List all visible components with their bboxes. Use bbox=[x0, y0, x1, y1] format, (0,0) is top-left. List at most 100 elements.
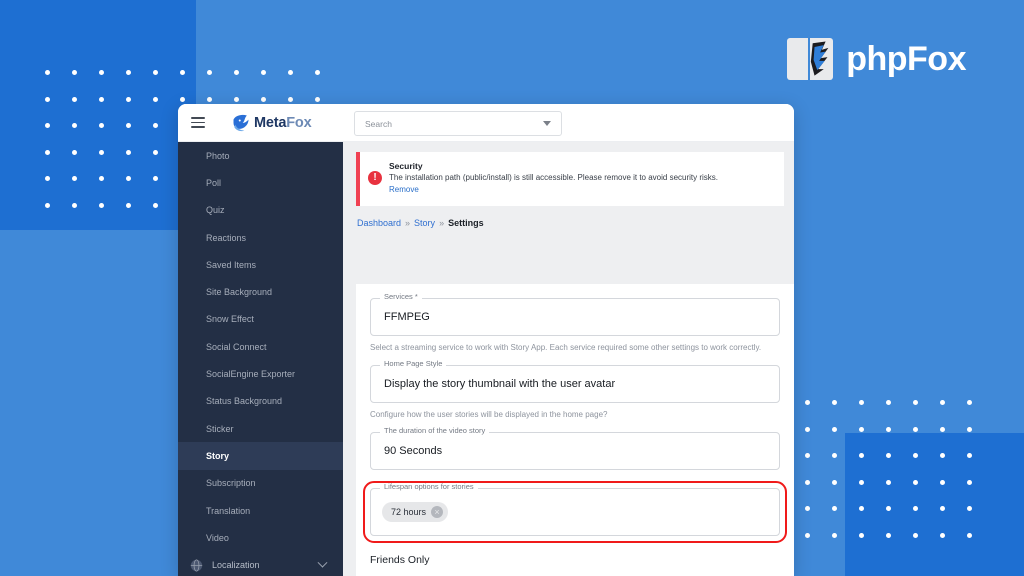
sidebar-item-label: Poll bbox=[206, 178, 221, 188]
sidebar-item-socialengine-exporter[interactable]: SocialEngine Exporter bbox=[178, 360, 343, 387]
sidebar-item-saved-items[interactable]: Saved Items bbox=[178, 251, 343, 278]
lifespan-chip-label: 72 hours bbox=[391, 507, 426, 517]
sidebar-item-poll[interactable]: Poll bbox=[178, 169, 343, 196]
chevron-down-icon[interactable] bbox=[543, 121, 551, 126]
sidebar-item-snow-effect[interactable]: Snow Effect bbox=[178, 306, 343, 333]
metafox-wordmark-meta: Meta bbox=[254, 115, 286, 131]
sidebar-item-label: Translation bbox=[206, 506, 250, 516]
sidebar-item-story[interactable]: Story bbox=[178, 442, 343, 469]
breadcrumb-item-settings: Settings bbox=[448, 218, 484, 228]
close-circle-icon[interactable]: × bbox=[431, 506, 443, 518]
phpfox-wordmark: phpFox bbox=[846, 42, 966, 76]
sidebar-item-label: Reactions bbox=[206, 233, 246, 243]
decorative-dot bbox=[805, 480, 810, 485]
decorative-dot bbox=[859, 427, 864, 432]
breadcrumb: Dashboard » Story » Settings bbox=[357, 218, 794, 228]
field-home-page-style-label: Home Page Style bbox=[380, 360, 446, 368]
sidebar-item-quiz[interactable]: Quiz bbox=[178, 197, 343, 224]
field-home-page-style[interactable]: Home Page Style Display the story thumbn… bbox=[370, 365, 780, 403]
metafox-fox-icon bbox=[231, 113, 251, 133]
sidebar-item-label: Subscription bbox=[206, 478, 256, 488]
decorative-dot bbox=[832, 533, 837, 538]
metafox-wordmark: MetaFox bbox=[254, 115, 311, 131]
sidebar-item-status-background[interactable]: Status Background bbox=[178, 388, 343, 415]
decorative-dot bbox=[234, 70, 239, 75]
sidebar-item-social-connect[interactable]: Social Connect bbox=[178, 333, 343, 360]
browser-window: MetaFox Photo Poll Quiz Reactions Saved Item… bbox=[178, 104, 794, 576]
breadcrumb-separator: » bbox=[405, 218, 410, 228]
field-services-value: FFMPEG bbox=[371, 311, 430, 323]
hamburger-line bbox=[191, 126, 205, 128]
decorative-dot bbox=[859, 400, 864, 405]
field-video-duration[interactable]: The duration of the video story 90 Secon… bbox=[370, 432, 780, 470]
decorative-dot bbox=[886, 427, 891, 432]
sidebar-nav[interactable]: Photo Poll Quiz Reactions Saved Items Site Ba… bbox=[178, 142, 343, 576]
alert-remove-link[interactable]: Remove bbox=[389, 185, 718, 194]
sidebar-item-label: SocialEngine Exporter bbox=[206, 369, 295, 379]
field-services-help: Select a streaming service to work with … bbox=[370, 343, 780, 352]
decorative-dot bbox=[913, 427, 918, 432]
sidebar-item-subscription[interactable]: Subscription bbox=[178, 470, 343, 497]
search-input[interactable] bbox=[355, 119, 543, 129]
field-video-duration-value: 90 Seconds bbox=[371, 445, 442, 457]
phpfox-icon-fox-shape bbox=[809, 40, 833, 78]
field-lifespan-options[interactable]: Lifespan options for stories 72 hours × bbox=[370, 488, 780, 536]
security-alert: ! Security The installation path (public… bbox=[356, 152, 784, 206]
sidebar-item-site-background[interactable]: Site Background bbox=[178, 278, 343, 305]
sidebar-item-label: Story bbox=[206, 451, 229, 461]
alert-message: The installation path (public/install) i… bbox=[389, 173, 718, 182]
sidebar-item-label: Quiz bbox=[206, 205, 225, 215]
field-lifespan-options-label: Lifespan options for stories bbox=[380, 483, 478, 491]
hamburger-line bbox=[191, 117, 205, 119]
sidebar-item-label: Snow Effect bbox=[206, 314, 254, 324]
breadcrumb-separator: » bbox=[439, 218, 444, 228]
decorative-dot bbox=[967, 427, 972, 432]
sidebar-item-label: Video bbox=[206, 533, 229, 543]
globe-icon bbox=[190, 559, 203, 572]
sidebar-item-video[interactable]: Video bbox=[178, 524, 343, 551]
sidebar-item-label: Saved Items bbox=[206, 260, 256, 270]
decorative-dot bbox=[832, 480, 837, 485]
decorative-dot bbox=[940, 427, 945, 432]
field-home-page-style-help: Configure how the user stories will be d… bbox=[370, 410, 780, 419]
decorative-dot bbox=[832, 453, 837, 458]
decorative-dot bbox=[832, 506, 837, 511]
breadcrumb-item-story[interactable]: Story bbox=[414, 218, 435, 228]
breadcrumb-item-dashboard[interactable]: Dashboard bbox=[357, 218, 401, 228]
hamburger-line bbox=[191, 122, 205, 124]
decorative-dot bbox=[805, 400, 810, 405]
field-services-label: Services * bbox=[380, 293, 422, 301]
decorative-dot bbox=[886, 400, 891, 405]
hamburger-icon[interactable] bbox=[187, 112, 209, 134]
decorative-dot bbox=[315, 97, 320, 102]
sidebar-item-translation[interactable]: Translation bbox=[178, 497, 343, 524]
search-box[interactable] bbox=[354, 111, 562, 136]
sidebar-item-sticker[interactable]: Sticker bbox=[178, 415, 343, 442]
field-services[interactable]: Services * FFMPEG bbox=[370, 298, 780, 336]
chevron-down-icon[interactable] bbox=[318, 557, 328, 567]
friends-only-title: Friends Only bbox=[370, 554, 794, 566]
metafox-logo[interactable]: MetaFox bbox=[231, 113, 311, 133]
decorative-dot bbox=[805, 506, 810, 511]
sidebar-group-localization[interactable]: Localization bbox=[178, 551, 343, 576]
decorative-dot bbox=[832, 427, 837, 432]
sidebar-item-reactions[interactable]: Reactions bbox=[178, 224, 343, 251]
decorative-dot bbox=[940, 400, 945, 405]
decorative-dot bbox=[913, 400, 918, 405]
decorative-dot bbox=[207, 97, 212, 102]
sidebar-item-label: Photo bbox=[206, 151, 230, 161]
decorative-dot bbox=[805, 533, 810, 538]
sidebar-item-label: Social Connect bbox=[206, 342, 267, 352]
decorative-dot bbox=[967, 400, 972, 405]
exclamation-circle-icon: ! bbox=[368, 171, 382, 185]
decorative-dot bbox=[832, 400, 837, 405]
phpfox-book-icon bbox=[787, 37, 835, 81]
field-home-page-style-value: Display the story thumbnail with the use… bbox=[371, 378, 615, 390]
lifespan-chip[interactable]: 72 hours × bbox=[382, 502, 448, 522]
app-topbar: MetaFox bbox=[178, 104, 794, 142]
sidebar-item-photo[interactable]: Photo bbox=[178, 142, 343, 169]
metafox-wordmark-fox: Fox bbox=[286, 115, 311, 131]
alert-title: Security bbox=[389, 161, 718, 171]
phpfox-icon-left-page bbox=[787, 38, 808, 80]
background-block-dark-bottom-right bbox=[845, 433, 1024, 576]
